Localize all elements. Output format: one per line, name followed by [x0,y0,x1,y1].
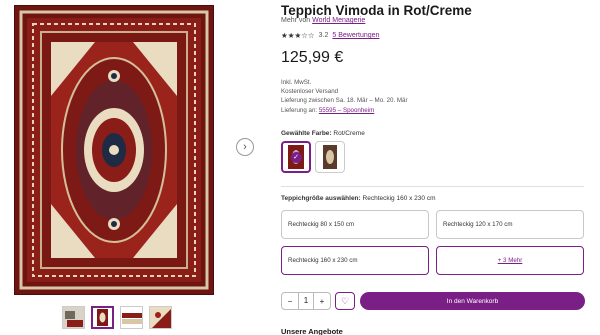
swatch-rug-image-alt [323,145,337,169]
brand-line: Mehr von World Menagerie [281,17,365,24]
size-option-120x170[interactable]: Rechteckig 120 x 170 cm [436,210,584,239]
detail-thumbnail-image [150,307,171,328]
thumbnail-strip [62,306,172,329]
quantity-stepper: − 1 + [281,292,331,310]
thumbnail-rug-front[interactable] [91,306,114,329]
color-label: Gewählte Farbe: Rot/Creme [281,130,365,137]
color-swatch-red-cream[interactable]: ✓ [281,141,311,173]
tax-note: Inkl. MwSt. [281,79,312,86]
thumbnail-rug-detail[interactable] [149,306,172,329]
rug-thumbnail-image [93,308,112,327]
rating-row: ★★★☆☆ 3.2 5 Bewertungen [281,31,379,40]
rating-value: 3.2 [318,32,329,39]
add-to-cart-button[interactable]: In den Warenkorb [360,292,585,310]
color-value: Rot/Creme [333,130,365,137]
room-thumbnail-image [63,307,84,328]
size-more-button[interactable]: + 3 Mehr [436,246,584,275]
reviews-link[interactable]: 5 Bewertungen [332,32,379,39]
qty-plus-button[interactable]: + [314,297,330,306]
brand-prefix: Mehr von [281,17,311,24]
size-label-title: Teppichgröße auswählen: [281,195,361,202]
chevron-right-icon: › [243,141,247,153]
shipping-note: Kostenloser Versand [281,88,339,95]
offers-heading: Unsere Angebote [281,327,343,335]
delivery-location-prefix: Lieferung an: [281,107,318,114]
wishlist-button[interactable]: ♡ [335,292,355,310]
color-label-title: Gewählte Farbe: [281,130,332,137]
size-label: Teppichgröße auswählen: Rechteckig 160 x… [281,195,436,202]
section-divider [281,186,584,187]
product-main-image[interactable] [14,5,214,295]
rating-stars-icon: ★★★☆☆ [281,31,315,40]
product-title: Teppich Vimoda in Rot/Creme [281,3,472,18]
rolled-rug-thumbnail-image [121,307,142,328]
qty-minus-button[interactable]: − [282,297,298,306]
thumbnail-room[interactable] [62,306,85,329]
size-value: Rechteckig 160 x 230 cm [362,195,436,202]
size-option-160x230[interactable]: Rechteckig 160 x 230 cm [281,246,429,275]
check-icon: ✓ [290,151,302,163]
qty-value[interactable]: 1 [298,293,314,309]
brand-link[interactable]: World Menagerie [312,17,365,24]
delivery-location: Lieferung an: 55595 – Spoonheim [281,107,374,114]
size-option-80x150[interactable]: Rechteckig 80 x 150 cm [281,210,429,239]
delivery-window: Lieferung zwischen Sa. 18. Mär – Mo. 20.… [281,97,408,104]
thumbnail-rug-rolled[interactable] [120,306,143,329]
rug-image [15,6,213,294]
color-swatch-alternate[interactable] [315,141,345,173]
heart-icon: ♡ [340,295,350,306]
delivery-location-link[interactable]: 55595 – Spoonheim [319,107,374,114]
product-price: 125,99 € [281,49,344,66]
gallery-next-button[interactable]: › [236,138,254,156]
